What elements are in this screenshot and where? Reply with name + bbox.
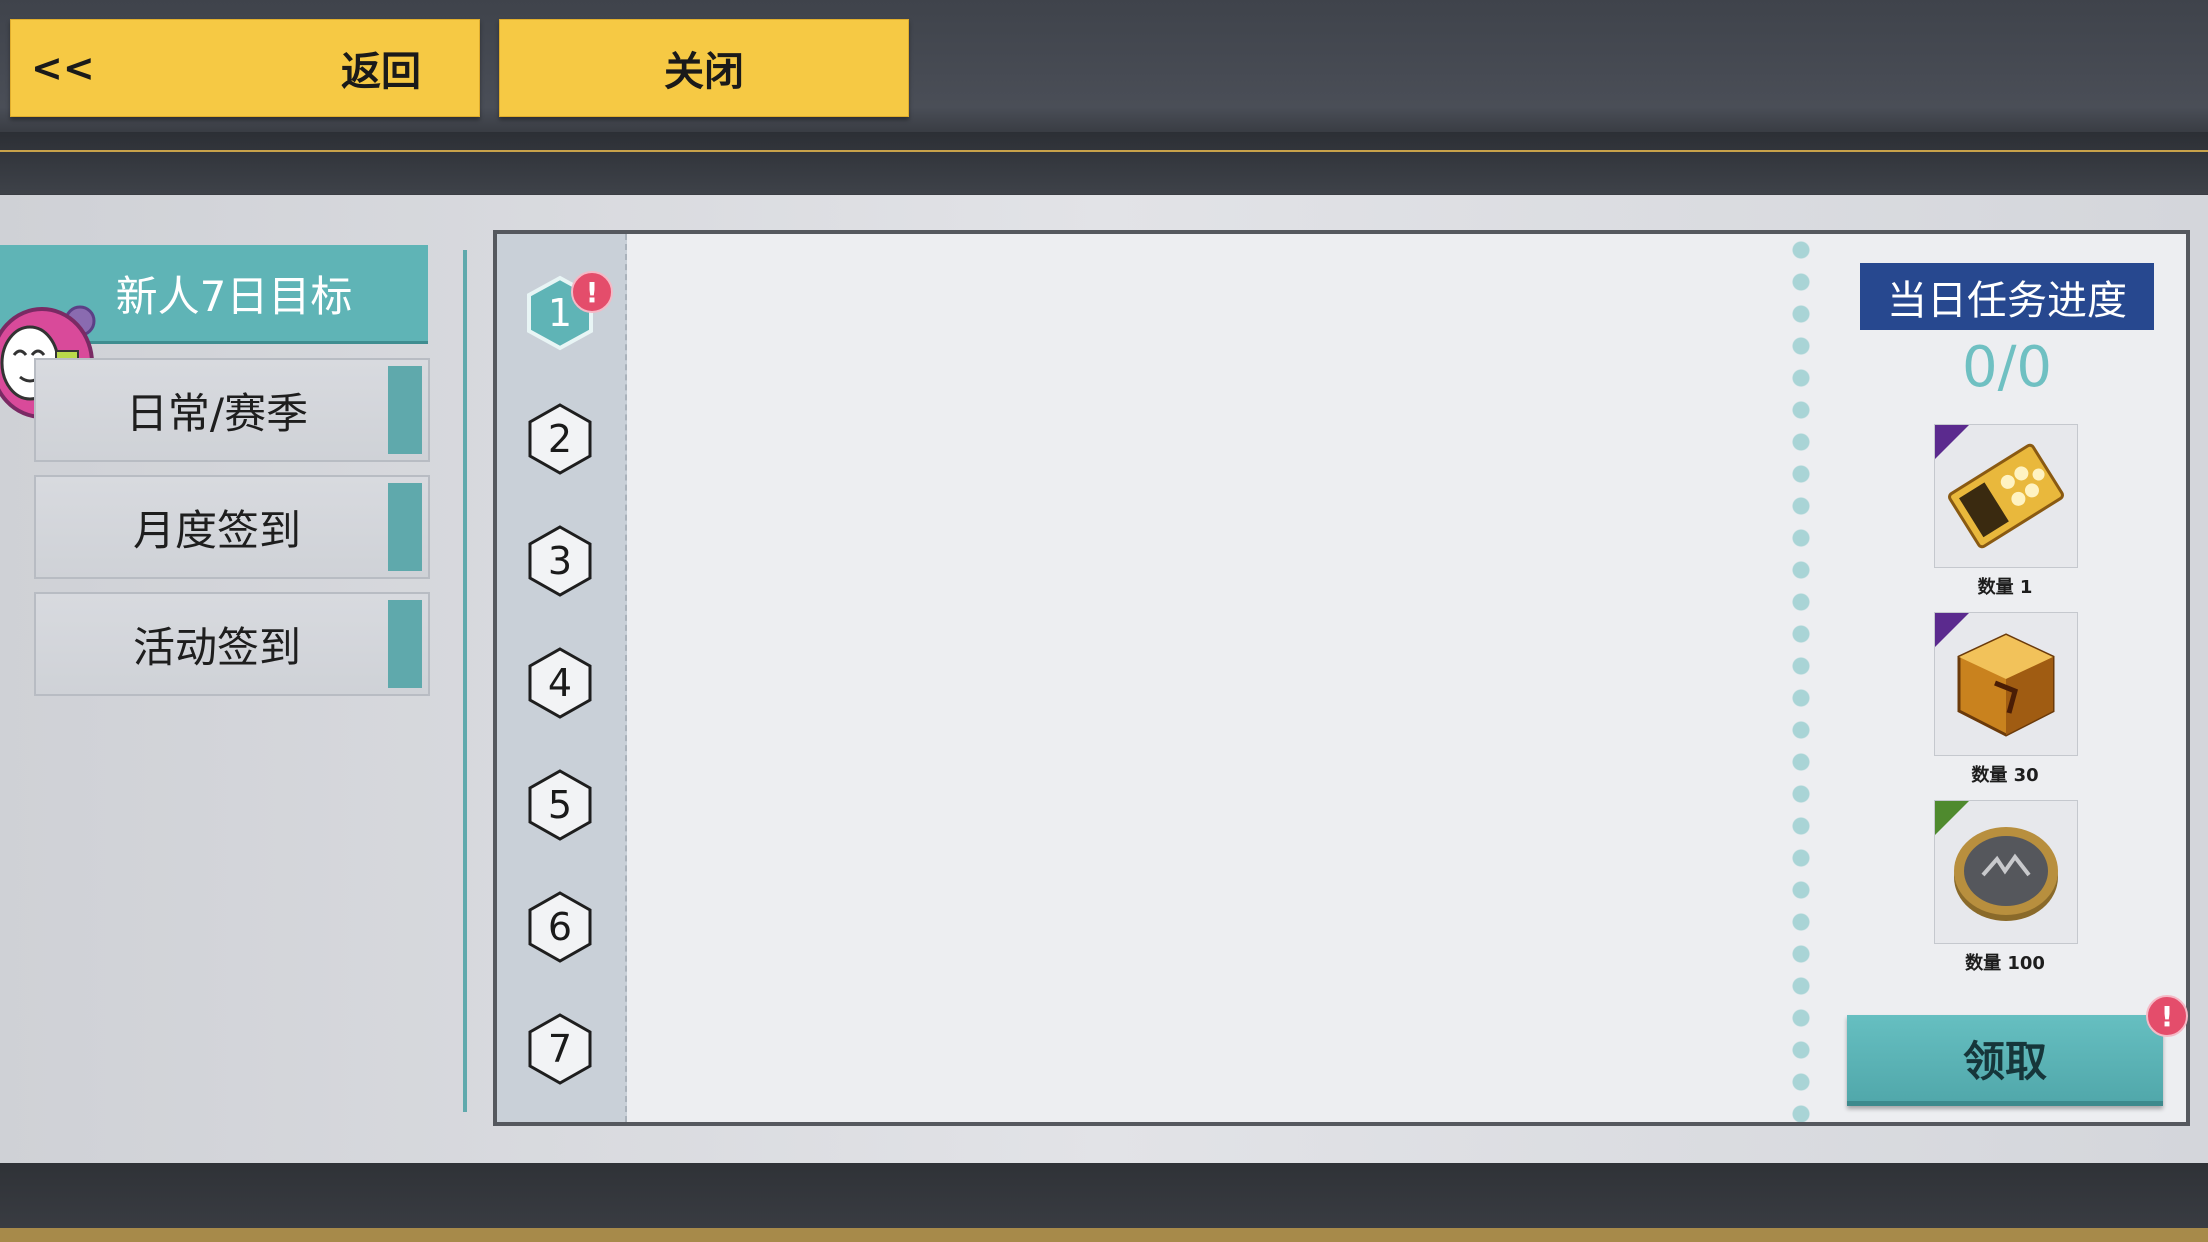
day-tab-6[interactable]: 6: [526, 889, 594, 965]
rarity-corner: [1935, 801, 1969, 835]
close-button[interactable]: 关闭: [499, 19, 909, 117]
alert-badge-icon: !: [2146, 995, 2188, 1037]
claim-button[interactable]: 领取: [1847, 1015, 2163, 1106]
claim-button-label: 领取: [1962, 1036, 2047, 1086]
sidebar-item-monthly-checkin[interactable]: 月度签到: [34, 475, 430, 579]
sidebar-item-event-checkin[interactable]: 活动签到: [34, 592, 430, 696]
alert-badge-icon: !: [571, 271, 613, 313]
reward-slot-1[interactable]: [1934, 424, 2078, 568]
sidebar-item-label: 新人7日目标: [115, 271, 353, 321]
reward-slot-2[interactable]: [1934, 612, 2078, 756]
top-gold-line: [0, 150, 2208, 152]
day-number: 6: [547, 905, 573, 949]
sidebar-item-daily-season[interactable]: 日常/赛季: [34, 358, 430, 462]
day-number: 2: [547, 417, 573, 461]
rarity-corner: [1935, 613, 1969, 647]
day-number: 5: [547, 783, 573, 827]
day-tab-7[interactable]: 7: [526, 1011, 594, 1087]
sidebar-item-label: 日常/赛季: [125, 388, 309, 438]
dotted-separator: [1789, 234, 1813, 1122]
sidebar-item-tab: [388, 600, 422, 688]
sidebar-item-tab: [388, 483, 422, 571]
reward-quantity: 数量 1: [1977, 577, 2033, 598]
daily-progress-title: 当日任务进度: [1860, 263, 2154, 330]
day-tab-2[interactable]: 2: [526, 401, 594, 477]
sidebar-item-tab: [388, 366, 422, 454]
day-selector-column: 1 ! 2 3 4 5 6 7: [497, 234, 627, 1122]
reward-quantity: 数量 100: [1965, 953, 2045, 974]
back-button[interactable]: << 返回: [10, 19, 480, 117]
reward-quantity: 数量 30: [1971, 765, 2039, 786]
back-button-label: 返回: [341, 49, 421, 95]
reward-slot-3[interactable]: [1934, 800, 2078, 944]
day-tab-3[interactable]: 3: [526, 523, 594, 599]
rarity-corner: [1935, 425, 1969, 459]
bottom-bar: [0, 1163, 2208, 1242]
back-arrows-icon: <<: [31, 46, 95, 90]
bottom-gold-strip: [0, 1228, 2208, 1242]
sidebar-item-label: 活动签到: [132, 622, 301, 672]
day-tab-4[interactable]: 4: [526, 645, 594, 721]
day-number: 3: [547, 539, 573, 583]
daily-progress-value: 0/0: [1961, 334, 2053, 400]
day-number: 4: [547, 661, 573, 705]
close-button-label: 关闭: [664, 49, 744, 95]
sidebar-divider: [463, 250, 467, 1112]
day-tab-5[interactable]: 5: [526, 767, 594, 843]
top-bar-band: [0, 132, 2208, 194]
sidebar-item-label: 月度签到: [132, 505, 301, 555]
day-number: 7: [547, 1027, 573, 1071]
